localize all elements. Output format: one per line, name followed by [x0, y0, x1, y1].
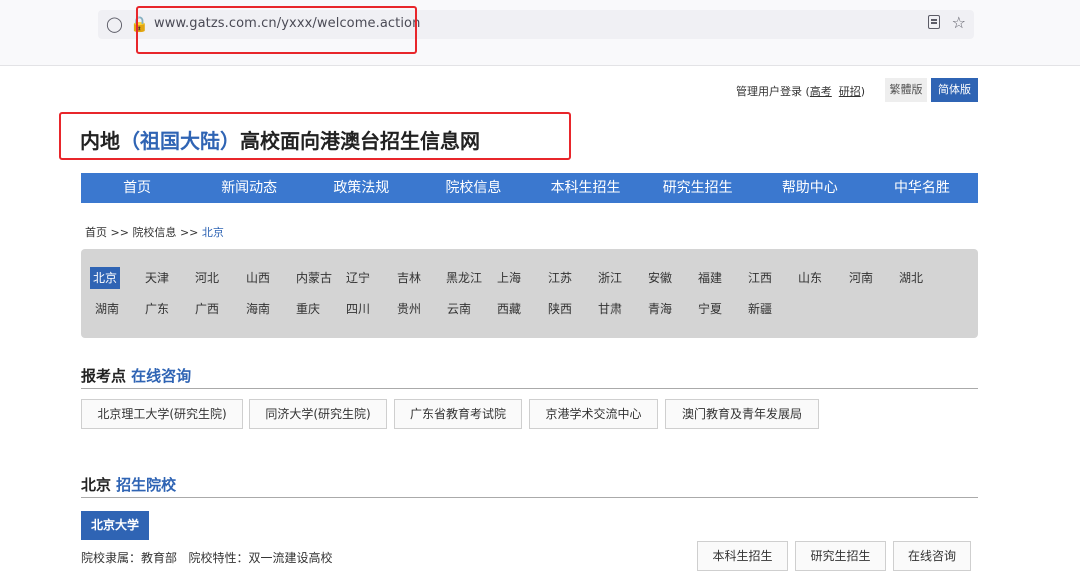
province-item[interactable]: 浙江: [595, 267, 625, 289]
province-item[interactable]: 宁夏: [695, 298, 725, 320]
province-selector: 北京 天津 河北 山西 内蒙古 辽宁 吉林 黑龙江 上海 江苏 浙江 安徽 福建…: [81, 249, 978, 338]
province-item[interactable]: 江苏: [545, 267, 575, 289]
nav-news[interactable]: 新闻动态: [193, 173, 305, 203]
school-info: 院校隶属：教育部 院校特性：双一流建设高校: [81, 551, 333, 565]
traditional-chinese-button[interactable]: 繁體版: [885, 78, 927, 102]
breadcrumb-home[interactable]: 首页: [85, 226, 107, 239]
province-item[interactable]: 甘肃: [595, 298, 625, 320]
exam-point-tag[interactable]: 北京理工大学(研究生院): [81, 399, 243, 429]
login-yanzhao-link[interactable]: 研招: [839, 85, 861, 98]
province-item[interactable]: 福建: [695, 267, 725, 289]
province-item[interactable]: 广西: [192, 298, 222, 320]
province-item[interactable]: 新疆: [745, 298, 775, 320]
breadcrumb-section[interactable]: 院校信息: [132, 226, 176, 239]
school-name-tab[interactable]: 北京大学: [81, 511, 149, 540]
province-item[interactable]: 海南: [243, 298, 273, 320]
exam-point-tag[interactable]: 京港学术交流中心: [529, 399, 658, 429]
nav-policy[interactable]: 政策法规: [305, 173, 417, 203]
schools-heading: 北京 招生院校: [81, 474, 978, 498]
province-item[interactable]: 安徽: [645, 267, 675, 289]
province-item[interactable]: 山东: [795, 267, 825, 289]
province-item[interactable]: 辽宁: [343, 267, 373, 289]
province-item[interactable]: 湖北: [896, 267, 926, 289]
province-item[interactable]: 天津: [142, 267, 172, 289]
nav-undergrad[interactable]: 本科生招生: [530, 173, 642, 203]
province-item[interactable]: 四川: [343, 298, 373, 320]
nav-home[interactable]: 首页: [81, 173, 193, 203]
province-item[interactable]: 湖南: [92, 298, 122, 320]
province-item[interactable]: 西藏: [494, 298, 524, 320]
province-item[interactable]: 北京: [90, 267, 121, 289]
graduate-admission-button[interactable]: 研究生招生: [795, 541, 886, 571]
province-item[interactable]: 广东: [142, 298, 172, 320]
province-item[interactable]: 吉林: [394, 267, 424, 289]
province-item[interactable]: 青海: [645, 298, 675, 320]
undergrad-admission-button[interactable]: 本科生招生: [697, 541, 788, 571]
simplified-chinese-button[interactable]: 简体版: [931, 78, 978, 102]
nav-help[interactable]: 帮助中心: [754, 173, 866, 203]
province-item[interactable]: 河北: [192, 267, 222, 289]
nav-schools[interactable]: 院校信息: [417, 173, 529, 203]
exam-point-tag[interactable]: 澳门教育及青年发展局: [665, 399, 819, 429]
province-item[interactable]: 内蒙古: [293, 267, 335, 289]
url-highlight-box: [136, 6, 417, 54]
province-item[interactable]: 江西: [745, 267, 775, 289]
province-item[interactable]: 贵州: [394, 298, 424, 320]
bookmark-star-icon[interactable]: ☆: [952, 13, 966, 32]
nav-scenic[interactable]: 中华名胜: [866, 173, 978, 203]
exam-point-tag[interactable]: 同济大学(研究生院): [249, 399, 387, 429]
breadcrumb-current: 北京: [201, 226, 224, 239]
exam-points-heading: 报考点 在线咨询: [81, 365, 978, 389]
breadcrumb: 首页 >> 院校信息 >> 北京: [85, 226, 224, 239]
online-consult-button[interactable]: 在线咨询: [893, 541, 971, 571]
province-item[interactable]: 山西: [243, 267, 273, 289]
title-highlight-box: [59, 112, 571, 160]
login-gaokao-link[interactable]: 高考: [810, 85, 832, 98]
province-item[interactable]: 黑龙江: [443, 267, 485, 289]
province-item[interactable]: 河南: [846, 267, 876, 289]
shield-icon[interactable]: ◯: [106, 15, 123, 33]
province-item[interactable]: 上海: [494, 267, 524, 289]
main-nav: 首页 新闻动态 政策法规 院校信息 本科生招生 研究生招生 帮助中心 中华名胜: [81, 173, 978, 203]
province-item[interactable]: 云南: [444, 298, 474, 320]
province-item[interactable]: 陕西: [545, 298, 575, 320]
reader-view-icon[interactable]: [928, 15, 940, 29]
nav-graduate[interactable]: 研究生招生: [642, 173, 754, 203]
province-item[interactable]: 重庆: [293, 298, 323, 320]
exam-point-tag[interactable]: 广东省教育考试院: [394, 399, 522, 429]
admin-login-links: 管理用户登录 (高考 研招): [736, 85, 866, 98]
